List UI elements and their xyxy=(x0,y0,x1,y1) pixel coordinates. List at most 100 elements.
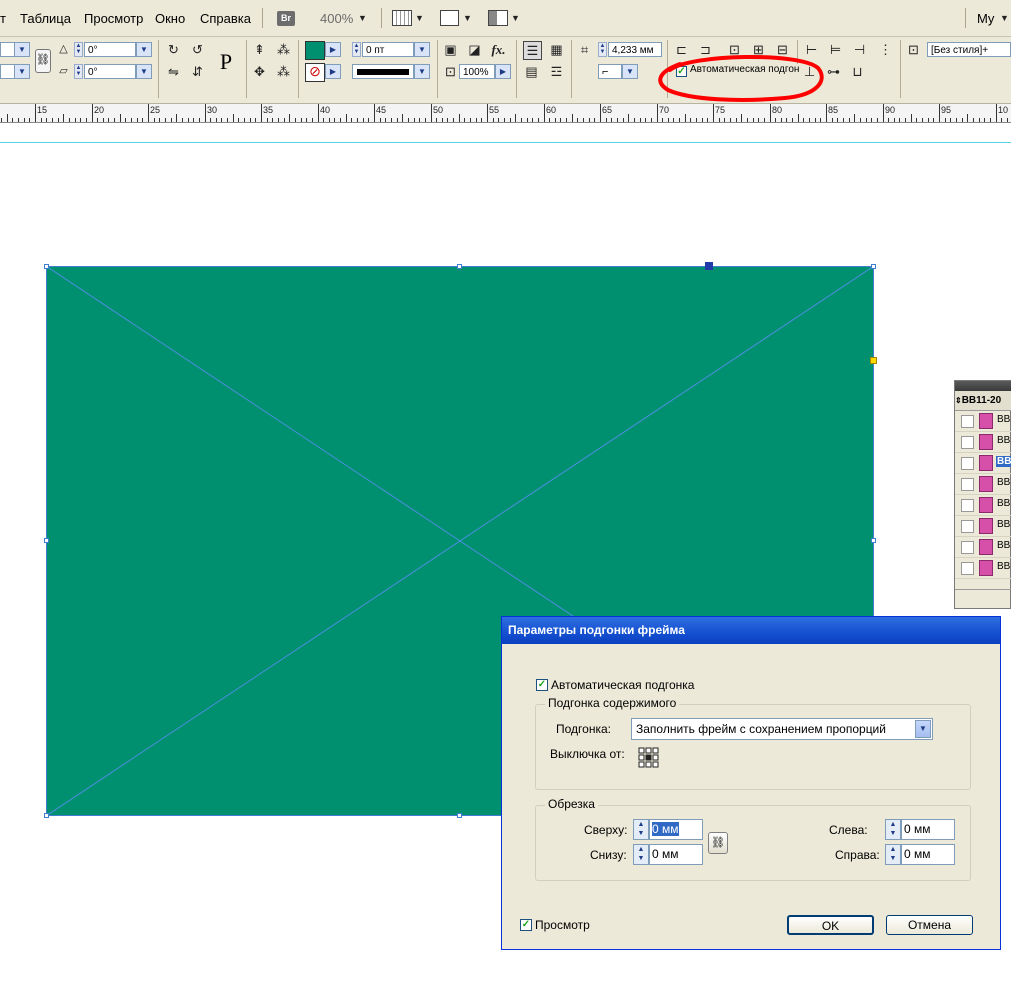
menu-item-view[interactable]: Просмотр xyxy=(84,11,143,26)
drop-shadow-icon[interactable]: ▣ xyxy=(442,41,459,58)
frame-handle-top-right[interactable] xyxy=(871,264,876,269)
links-list-item[interactable]: BB xyxy=(955,432,1011,453)
text-wrap-shape-icon[interactable]: ▤ xyxy=(523,63,540,80)
text-wrap-none-icon[interactable]: ☰ xyxy=(523,41,542,60)
select-container-icon[interactable]: ⇞ xyxy=(251,41,268,58)
corner-shape-field[interactable]: ⌐ xyxy=(598,64,622,79)
crop-top-field[interactable]: 0 мм xyxy=(649,819,703,840)
rotation-dropdown-icon[interactable]: ▼ xyxy=(136,42,152,57)
link-visibility-box[interactable] xyxy=(961,478,974,491)
effects-fx-icon[interactable]: fx. xyxy=(490,41,507,58)
link-visibility-box[interactable] xyxy=(961,436,974,449)
arrange-documents-dropdown-icon[interactable]: ▼ xyxy=(511,13,520,23)
frame-content-grabber[interactable] xyxy=(705,262,713,270)
arrange-documents-icon[interactable] xyxy=(488,10,508,26)
object-style-field[interactable]: [Без стиля]+ xyxy=(927,42,1011,57)
reference-point-grid-icon[interactable] xyxy=(638,747,660,769)
workspace-switcher[interactable]: My xyxy=(977,11,994,26)
links-list-item[interactable]: BB xyxy=(955,537,1011,558)
links-list-item[interactable]: BB xyxy=(955,453,1011,474)
frame-handle-bottom-center[interactable] xyxy=(457,813,462,818)
screen-mode-dropdown-icon[interactable]: ▼ xyxy=(463,13,472,23)
align-right-icon[interactable]: ⊣ xyxy=(851,41,868,58)
auto-fit-checkbox-dialog[interactable]: ✓ xyxy=(536,679,548,691)
distribute-bottom-icon[interactable]: ⊔ xyxy=(849,63,866,80)
text-wrap-jump-icon[interactable]: ☲ xyxy=(548,63,565,80)
stroke-type-dropdown-icon[interactable]: ▼ xyxy=(414,64,430,79)
link-visibility-box[interactable] xyxy=(961,415,974,428)
select-content-icon[interactable]: ⁂ xyxy=(275,41,292,58)
links-list-item[interactable]: BB xyxy=(955,411,1011,432)
links-panel-header[interactable]: ⇕BB11-20 xyxy=(955,391,1011,411)
stroke-none-swatch[interactable]: ⊘ xyxy=(305,63,325,82)
preview-checkbox[interactable]: ✓ xyxy=(520,919,532,931)
reference-point-p-icon[interactable]: P xyxy=(213,47,239,77)
constrain-proportions-icon[interactable]: ⛓ xyxy=(35,49,51,73)
fill-swatch[interactable] xyxy=(305,41,325,60)
crop-left-field[interactable]: 0 мм xyxy=(901,819,955,840)
frame-handle-bottom-left[interactable] xyxy=(44,813,49,818)
menu-item-table[interactable]: Таблица xyxy=(20,11,71,26)
crop-left-spinner[interactable]: ▲ ▼ xyxy=(885,819,901,840)
view-options-icon[interactable] xyxy=(392,10,412,26)
links-panel-titlebar[interactable] xyxy=(955,381,1011,391)
text-wrap-bbox-icon[interactable]: ▦ xyxy=(548,41,565,58)
rotate-ccw-icon[interactable]: ↺ xyxy=(189,41,206,58)
stroke-weight-field[interactable]: 0 пт xyxy=(362,42,414,57)
corner-size-spinner[interactable]: ▲ ▼ xyxy=(598,42,607,57)
cancel-button[interactable]: Отмена xyxy=(886,915,973,935)
crop-bottom-spinner[interactable]: ▲ ▼ xyxy=(633,844,649,865)
link-visibility-box[interactable] xyxy=(961,499,974,512)
select-previous-icon[interactable]: ✥ xyxy=(251,63,268,80)
rotate-cw-icon[interactable]: ↻ xyxy=(165,41,182,58)
flip-horizontal-icon[interactable]: ⇋ xyxy=(165,63,182,80)
shear-spinner[interactable]: ▲ ▼ xyxy=(74,64,83,79)
select-next-icon[interactable]: ⁂ xyxy=(275,63,292,80)
ok-button[interactable]: OK xyxy=(787,915,874,935)
bridge-button[interactable]: Br xyxy=(277,11,295,26)
frame-handle-top-center[interactable] xyxy=(457,264,462,269)
flip-vertical-icon[interactable]: ⇵ xyxy=(189,63,206,80)
object-shadow-icon[interactable]: ◪ xyxy=(466,41,483,58)
screen-mode-icon[interactable] xyxy=(440,10,459,26)
shear-dropdown-icon[interactable]: ▼ xyxy=(136,64,152,79)
stroke-weight-spinner[interactable]: ▲ ▼ xyxy=(352,42,361,57)
link-visibility-box[interactable] xyxy=(961,520,974,533)
view-options-dropdown-icon[interactable]: ▼ xyxy=(415,13,424,23)
rotation-angle-field[interactable]: 0° xyxy=(84,42,136,57)
crop-right-field[interactable]: 0 мм xyxy=(901,844,955,865)
zoom-level[interactable]: 400% xyxy=(320,11,353,26)
fill-dropdown-icon[interactable]: ▶ xyxy=(325,42,341,57)
links-list-item[interactable]: BB xyxy=(955,474,1011,495)
links-list-item[interactable]: BB xyxy=(955,495,1011,516)
crop-top-spinner[interactable]: ▲ ▼ xyxy=(633,819,649,840)
fitting-select-dropdown-icon[interactable]: ▼ xyxy=(915,720,931,738)
frame-handle-middle-right[interactable] xyxy=(871,538,876,543)
shear-angle-field[interactable]: 0° xyxy=(84,64,136,79)
links-list-item[interactable]: BB xyxy=(955,516,1011,537)
menu-item-type[interactable]: т xyxy=(0,11,6,26)
stroke-weight-dropdown-icon[interactable]: ▼ xyxy=(414,42,430,57)
link-visibility-box[interactable] xyxy=(961,562,974,575)
crop-link-icon[interactable]: ⛓ xyxy=(708,832,728,854)
link-visibility-box[interactable] xyxy=(961,457,974,470)
corner-shape-dropdown-icon[interactable]: ▼ xyxy=(622,64,638,79)
frame-handle-middle-left[interactable] xyxy=(44,538,49,543)
opacity-field[interactable]: 100% xyxy=(459,64,495,79)
crop-bottom-field[interactable]: 0 мм xyxy=(649,844,703,865)
zoom-dropdown-icon[interactable]: ▼ xyxy=(358,13,367,23)
y-dropdown-icon[interactable]: ▼ xyxy=(14,64,30,79)
links-list-item[interactable]: BB xyxy=(955,558,1011,579)
fitting-select[interactable]: Заполнить фрейм с сохранением пропорций xyxy=(631,718,933,740)
rotation-spinner[interactable]: ▲ ▼ xyxy=(74,42,83,57)
x-dropdown-icon[interactable]: ▼ xyxy=(14,42,30,57)
stroke-dropdown-icon[interactable]: ▶ xyxy=(325,64,341,79)
crop-right-spinner[interactable]: ▲ ▼ xyxy=(885,844,901,865)
opacity-dropdown-icon[interactable]: ▶ xyxy=(495,64,511,79)
frame-handle-top-left[interactable] xyxy=(44,264,49,269)
stroke-type-field[interactable] xyxy=(352,64,414,79)
distribute-icon[interactable]: ⋮ xyxy=(877,41,894,58)
corner-effect-handle[interactable] xyxy=(870,357,877,364)
menu-item-help[interactable]: Справка xyxy=(200,11,251,26)
sort-icon[interactable]: ⇕ xyxy=(955,396,962,405)
